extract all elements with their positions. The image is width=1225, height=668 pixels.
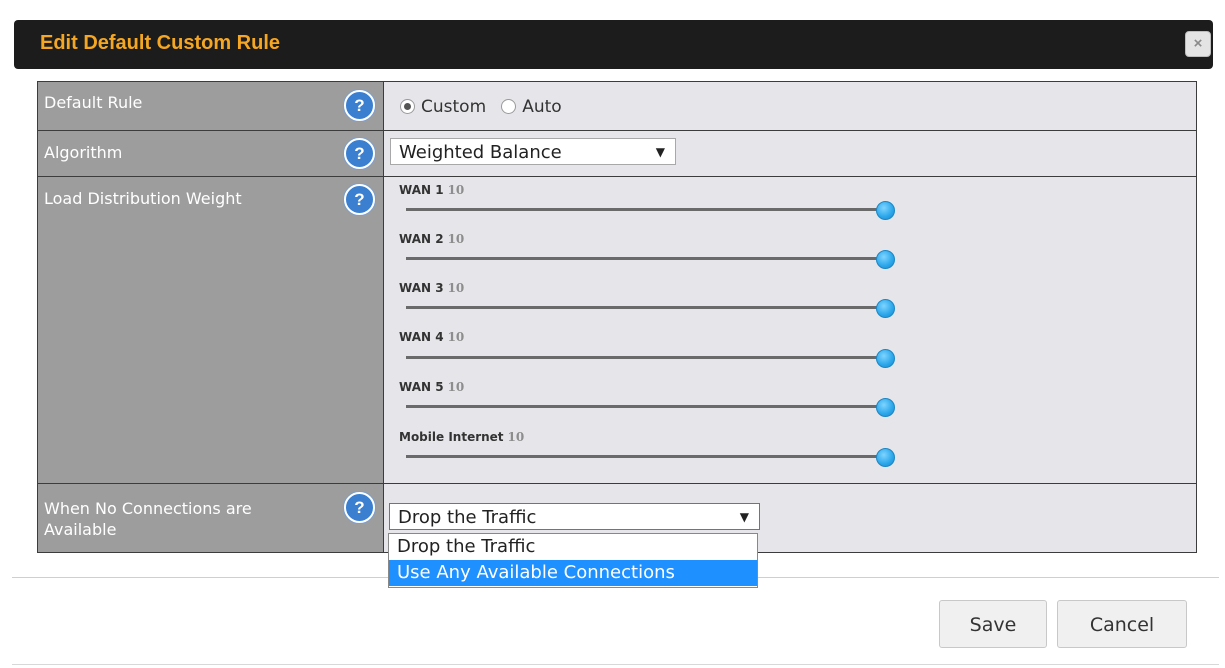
slider-label: WAN 5 10 xyxy=(399,380,465,394)
default-rule-label: Default Rule xyxy=(44,93,143,112)
help-icon[interactable]: ? xyxy=(344,138,375,169)
value-cell: WAN 1 10 WAN 2 10 WAN 3 10 WAN 4 10 WAN 5 10 xyxy=(383,176,1197,484)
save-button[interactable]: Save xyxy=(939,600,1047,648)
no-connections-label: When No Connections are Available xyxy=(44,499,252,539)
dialog-title: Edit Default Custom Rule xyxy=(40,32,281,54)
wan4-slider-track[interactable] xyxy=(406,356,884,359)
custom-radio[interactable] xyxy=(400,99,415,114)
edit-rule-dialog: Edit Default Custom Rule × Default Rule … xyxy=(0,0,1225,668)
value-cell: Weighted Balance ▼ xyxy=(383,130,1197,177)
chevron-down-icon: ▼ xyxy=(655,145,665,159)
algorithm-select[interactable]: Weighted Balance ▼ xyxy=(390,138,676,165)
slider-label: Mobile Internet 10 xyxy=(399,430,525,444)
wan5-slider-handle[interactable] xyxy=(876,398,895,417)
dialog-bottom-border xyxy=(12,664,1219,665)
wan1-slider-track[interactable] xyxy=(406,208,884,211)
slider-label: WAN 4 10 xyxy=(399,330,465,344)
wan1-slider-handle[interactable] xyxy=(876,201,895,220)
dropdown-option[interactable]: Drop the Traffic xyxy=(389,534,757,560)
dialog-title-bar: Edit Default Custom Rule xyxy=(14,20,1213,69)
value-cell: Custom Auto xyxy=(383,81,1197,131)
row-algorithm: Algorithm ? Weighted Balance ▼ xyxy=(37,130,1197,177)
row-default-rule: Default Rule ? Custom Auto xyxy=(37,81,1197,131)
cancel-button[interactable]: Cancel xyxy=(1057,600,1187,648)
algorithm-label: Algorithm xyxy=(44,143,123,162)
slider-label: WAN 2 10 xyxy=(399,232,465,246)
label-cell: Load Distribution Weight ? xyxy=(37,176,384,484)
row-load-distribution: Load Distribution Weight ? WAN 1 10 WAN 2… xyxy=(37,176,1197,484)
algorithm-select-value: Weighted Balance xyxy=(399,142,562,163)
wan3-slider-handle[interactable] xyxy=(876,299,895,318)
no-connections-select-value: Drop the Traffic xyxy=(398,507,537,528)
wan5-slider-track[interactable] xyxy=(406,405,884,408)
auto-radio-label: Auto xyxy=(522,96,562,117)
label-cell: Default Rule ? xyxy=(37,81,384,131)
help-icon[interactable]: ? xyxy=(344,90,375,121)
wan3-slider-track[interactable] xyxy=(406,306,884,309)
no-connections-select[interactable]: Drop the Traffic ▼ xyxy=(389,503,760,530)
wan2-slider-track[interactable] xyxy=(406,257,884,260)
auto-radio[interactable] xyxy=(501,99,517,114)
mobile-internet-slider-track[interactable] xyxy=(406,455,884,458)
dropdown-option-highlighted[interactable]: Use Any Available Connections xyxy=(389,560,757,586)
close-icon[interactable]: × xyxy=(1185,31,1211,57)
wan2-slider-handle[interactable] xyxy=(876,250,895,269)
rule-form: Default Rule ? Custom Auto Algorithm ? W… xyxy=(37,81,1197,553)
custom-radio-label: Custom xyxy=(421,96,487,117)
slider-label: WAN 1 10 xyxy=(399,183,465,197)
label-cell: Algorithm ? xyxy=(37,130,384,177)
wan4-slider-handle[interactable] xyxy=(876,349,895,368)
slider-label: WAN 3 10 xyxy=(399,281,465,295)
load-distribution-label: Load Distribution Weight xyxy=(44,189,242,208)
label-cell: When No Connections are Available ? xyxy=(37,483,384,553)
chevron-down-icon: ▼ xyxy=(739,510,749,524)
help-icon[interactable]: ? xyxy=(344,184,375,215)
no-connections-dropdown-list: Drop the Traffic Use Any Available Conne… xyxy=(388,533,758,588)
help-icon[interactable]: ? xyxy=(344,492,375,523)
mobile-internet-slider-handle[interactable] xyxy=(876,448,895,467)
